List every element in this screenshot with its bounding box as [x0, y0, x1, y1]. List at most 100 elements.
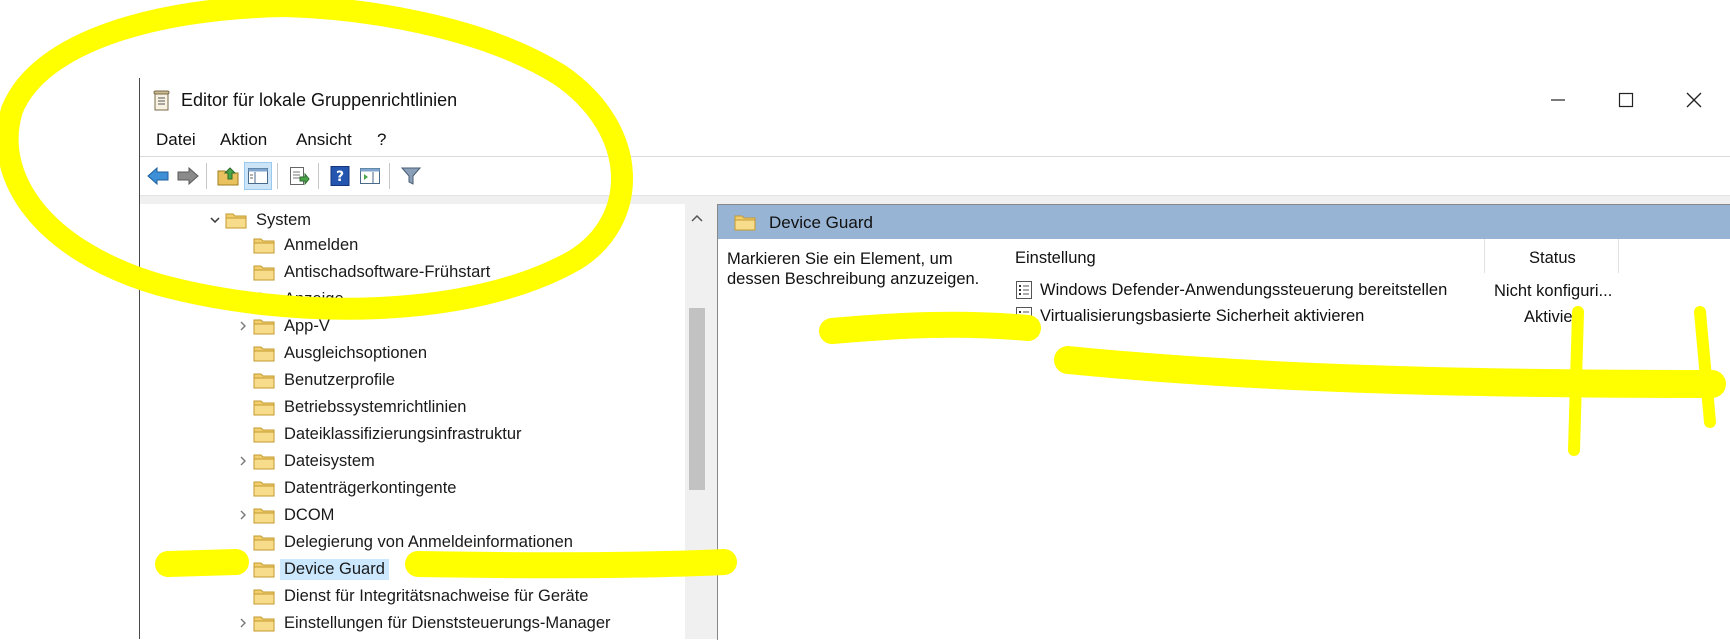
tree-item[interactable]: Dienst für Integritätsnachweise für Gerä… — [235, 584, 588, 608]
policy-name: Virtualisierungsbasierte Sicherheit akti… — [1040, 306, 1365, 325]
folder-icon — [225, 211, 247, 229]
chevron-down-icon[interactable] — [207, 212, 223, 228]
policy-status: Aktiviert — [1524, 308, 1583, 326]
tree-item[interactable]: App-V — [235, 314, 330, 338]
policy-setting-icon — [1015, 306, 1033, 326]
menu-ansicht[interactable]: Ansicht — [296, 130, 352, 150]
close-icon[interactable] — [1662, 78, 1726, 122]
tree-item-label: App-V — [284, 316, 330, 335]
tree-item-system[interactable]: System — [207, 208, 311, 232]
details-title: Device Guard — [769, 213, 873, 232]
policy-row[interactable]: Virtualisierungsbasierte Sicherheit akti… — [1015, 304, 1364, 328]
details-pane: Device Guard Markieren Sie ein Element, … — [717, 204, 1730, 640]
show-hide-tree-icon[interactable] — [244, 162, 272, 190]
tree-item[interactable]: Anmelden — [235, 233, 358, 257]
toolbar: ? — [140, 157, 1730, 196]
menu-bar: Datei Aktion Ansicht ? — [140, 122, 1730, 157]
column-header-status[interactable]: Status — [1529, 249, 1576, 268]
folder-icon — [253, 587, 275, 605]
gpedit-window: Editor für lokale Gruppenrichtlinien Dat… — [139, 78, 1730, 640]
menu-aktion[interactable]: Aktion — [220, 130, 267, 150]
policy-setting-icon — [1015, 280, 1033, 300]
folder-icon — [253, 371, 275, 389]
policy-scroll-icon — [152, 90, 172, 112]
tree-item[interactable]: Benutzerprofile — [235, 368, 395, 392]
policy-status: Nicht konfiguri... — [1494, 282, 1613, 300]
folder-icon — [253, 506, 275, 524]
folder-icon — [734, 213, 756, 231]
tree-item-label: Delegierung von Anmeldeinformationen — [284, 532, 573, 551]
tree-item-label: Datenträgerkontingente — [284, 478, 457, 497]
folder-icon — [253, 479, 275, 497]
policy-name: Windows Defender-Anwendungssteuerung ber… — [1040, 280, 1448, 299]
menu-datei[interactable]: Datei — [156, 130, 196, 150]
tree-item[interactable]: DCOM — [235, 503, 334, 527]
back-arrow-icon[interactable] — [144, 162, 172, 190]
filter-icon[interactable] — [397, 162, 425, 190]
folder-icon — [253, 263, 275, 281]
chevron-right-icon[interactable] — [235, 507, 251, 523]
chevron-right-icon[interactable] — [235, 453, 251, 469]
tree-item-label: Anzeige — [284, 289, 344, 308]
forward-arrow-icon[interactable] — [174, 162, 202, 190]
folder-icon — [253, 344, 275, 362]
maximize-icon[interactable] — [1594, 78, 1658, 122]
tree-item[interactable]: Ausgleichsoptionen — [235, 341, 427, 365]
menu-help[interactable]: ? — [377, 130, 386, 150]
tree-item[interactable]: Device Guard — [235, 557, 389, 581]
folder-icon — [253, 614, 275, 632]
help-icon[interactable]: ? — [326, 162, 354, 190]
tree-item[interactable]: Datenträgerkontingente — [235, 476, 456, 500]
tree-item-label: System — [256, 210, 312, 229]
tree-item[interactable]: Anzeige — [235, 287, 344, 311]
tree-item-label: Anmelden — [284, 235, 359, 254]
tree-item-label: Benutzerprofile — [284, 370, 395, 389]
tree-item-label: Dateiklassifizierungsinfrastruktur — [284, 424, 522, 443]
properties-pane-icon[interactable] — [356, 162, 384, 190]
up-folder-icon[interactable] — [214, 162, 242, 190]
tree-item-label: DCOM — [284, 505, 335, 524]
tree-item-label: Dienst für Integritätsnachweise für Gerä… — [284, 586, 589, 605]
column-header-setting[interactable]: Einstellung — [1015, 249, 1096, 268]
tree-pane[interactable]: System Anmelden Antischadsoftware-Frühsta… — [140, 204, 715, 639]
tree-item[interactable]: Dateisystem — [235, 449, 375, 473]
export-list-icon[interactable] — [285, 162, 313, 190]
chevron-right-icon[interactable] — [235, 615, 251, 631]
pane-splitter[interactable] — [709, 204, 717, 639]
tree-item[interactable]: Delegierung von Anmeldeinformationen — [235, 530, 573, 554]
tree-item[interactable]: Dateiklassifizierungsinfrastruktur — [235, 422, 522, 446]
svg-text:?: ? — [336, 169, 344, 185]
tree-item[interactable]: Antischadsoftware-Frühstart — [235, 260, 490, 284]
policy-row[interactable]: Windows Defender-Anwendungssteuerung ber… — [1015, 278, 1447, 302]
tree-item[interactable]: Betriebssystemrichtlinien — [235, 395, 466, 419]
description-text: Markieren Sie ein Element, um dessen Bes… — [727, 250, 980, 288]
tree-item-label: Ausgleichsoptionen — [284, 343, 428, 362]
folder-icon — [253, 236, 275, 254]
tree-item-label: Antischadsoftware-Frühstart — [284, 262, 491, 281]
folder-icon — [253, 290, 275, 308]
title-bar: Editor für lokale Gruppenrichtlinien — [140, 78, 1730, 122]
tree-item[interactable]: Einstellungen für Dienststeuerungs-Manag… — [235, 611, 611, 635]
chevron-right-icon[interactable] — [235, 318, 251, 334]
window-title: Editor für lokale Gruppenrichtlinien — [181, 90, 458, 110]
scrollbar-thumb[interactable] — [689, 308, 705, 490]
folder-icon — [253, 560, 275, 578]
minimize-icon[interactable] — [1526, 78, 1590, 122]
chevron-up-icon[interactable] — [690, 210, 704, 228]
folder-icon — [253, 533, 275, 551]
tree-scrollbar[interactable] — [685, 204, 709, 639]
tree-item-label: Device Guard — [280, 558, 389, 580]
folder-icon — [253, 425, 275, 443]
details-header: Device Guard — [718, 205, 1730, 239]
